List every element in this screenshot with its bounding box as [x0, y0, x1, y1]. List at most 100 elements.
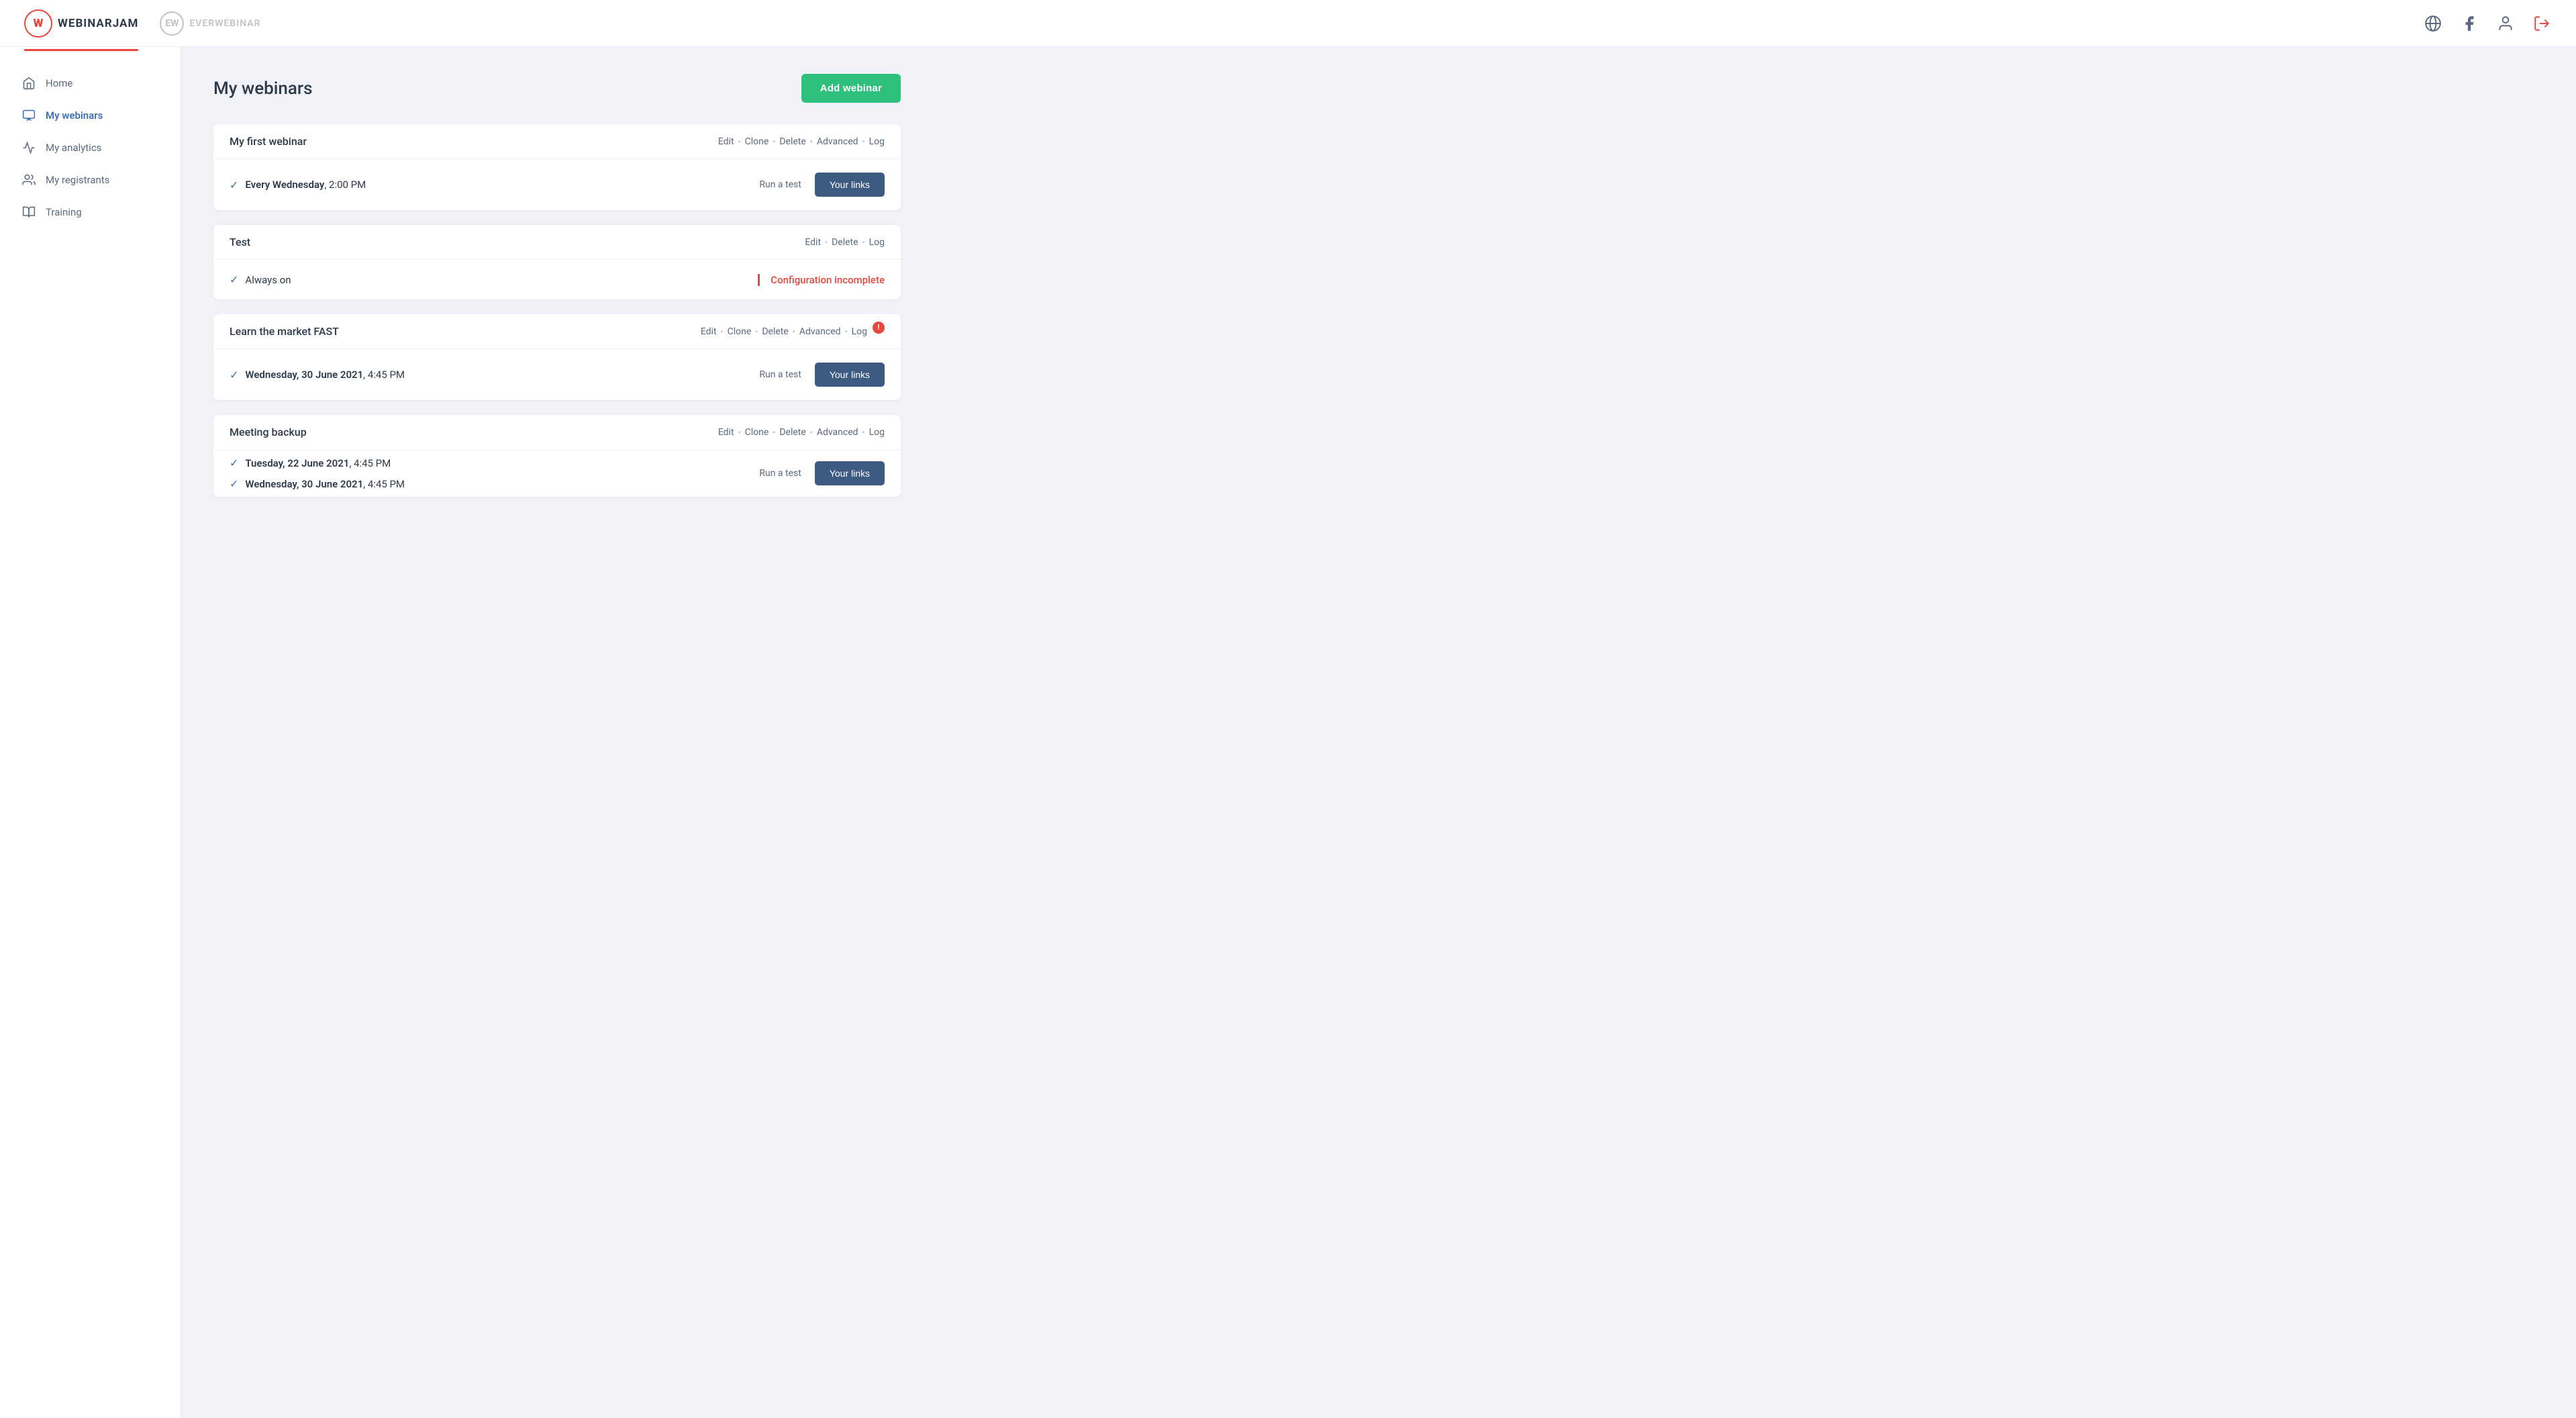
webinarjam-logo[interactable]: W WEBINARJAM: [24, 9, 138, 38]
ew-logo-circle: EW: [160, 11, 184, 36]
webinar-card-4: Meeting backup Edit • Clone • Delete • A…: [213, 415, 901, 497]
webinar-body-right-4: Run a test Your links: [759, 461, 885, 485]
edit-link-1[interactable]: Edit: [718, 136, 734, 147]
run-test-4[interactable]: Run a test: [759, 468, 801, 479]
webinar-header-4: Meeting backup Edit • Clone • Delete • A…: [213, 415, 901, 450]
webinar-actions-4: Edit • Clone • Delete • Advanced • Log: [718, 427, 885, 438]
wj-logo-circle: W: [24, 9, 52, 38]
sidebar-label-my-webinars: My webinars: [46, 109, 103, 122]
delete-link-4[interactable]: Delete: [779, 427, 805, 438]
webinar-title-2: Test: [230, 236, 250, 248]
webinar-card-3: Learn the market FAST Edit • Clone • Del…: [213, 314, 901, 400]
your-links-button-3[interactable]: Your links: [815, 363, 885, 387]
delete-link-1[interactable]: Delete: [779, 136, 805, 147]
sidebar-label-home: Home: [46, 77, 72, 89]
user-icon[interactable]: [2495, 13, 2516, 34]
everwebinar-logo[interactable]: EW EVERWEBINAR: [160, 11, 260, 36]
log-link-2[interactable]: Log: [869, 237, 885, 248]
schedule-text-4a: Tuesday, 22 June 2021, 4:45 PM: [245, 457, 391, 469]
add-webinar-button[interactable]: Add webinar: [801, 74, 901, 103]
run-test-3[interactable]: Run a test: [759, 369, 801, 380]
notification-badge-3: !: [873, 322, 885, 334]
webinar-card-1: My first webinar Edit • Clone • Delete •…: [213, 124, 901, 210]
advanced-link-1[interactable]: Advanced: [817, 136, 858, 147]
header-logos: W WEBINARJAM EW EVERWEBINAR: [24, 9, 261, 38]
edit-link-2[interactable]: Edit: [805, 237, 821, 248]
layout: Home My webinars My analytics: [0, 47, 2576, 1418]
webinar-body-right-1: Run a test Your links: [759, 173, 885, 197]
webinar-body-1: ✓ Every Wednesday, 2:00 PM Run a test Yo…: [213, 159, 901, 210]
check-icon-3: ✓: [230, 369, 238, 381]
schedule-text-1: Every Wednesday, 2:00 PM: [245, 179, 366, 191]
page-title-row: My webinars Add webinar: [213, 74, 901, 103]
config-incomplete-badge: Configuration incomplete: [758, 274, 885, 286]
sidebar-item-training[interactable]: Training: [0, 196, 181, 228]
your-links-button-4[interactable]: Your links: [815, 461, 885, 485]
webinar-schedule-4a: ✓ Tuesday, 22 June 2021, 4:45 PM: [230, 457, 405, 469]
webinar-title-1: My first webinar: [230, 135, 307, 148]
my-webinars-icon: [21, 108, 36, 123]
check-icon-2: ✓: [230, 273, 238, 286]
edit-link-3[interactable]: Edit: [701, 326, 717, 337]
webinar-body-3: ✓ Wednesday, 30 June 2021, 4:45 PM Run a…: [213, 349, 901, 400]
schedule-text-4b: Wednesday, 30 June 2021, 4:45 PM: [245, 478, 405, 490]
sidebar-item-my-analytics[interactable]: My analytics: [0, 132, 181, 164]
check-icon-4a: ✓: [230, 457, 238, 469]
webinar-header-1: My first webinar Edit • Clone • Delete •…: [213, 124, 901, 159]
analytics-icon: [21, 140, 36, 155]
schedule-text-3: Wednesday, 30 June 2021, 4:45 PM: [245, 369, 405, 381]
sidebar-label-my-registrants: My registrants: [46, 174, 109, 186]
webinar-body-right-3: Run a test Your links: [759, 363, 885, 387]
schedule-text-2: Always on: [245, 274, 291, 286]
wj-logo-text: WEBINARJAM: [58, 17, 138, 30]
training-icon: [21, 205, 36, 220]
check-icon-1: ✓: [230, 179, 238, 191]
facebook-icon[interactable]: [2459, 13, 2479, 34]
sidebar-item-my-registrants[interactable]: My registrants: [0, 164, 181, 196]
webinar-schedule-3: ✓ Wednesday, 30 June 2021, 4:45 PM: [230, 369, 405, 381]
clone-link-1[interactable]: Clone: [745, 136, 769, 147]
sidebar-item-my-webinars[interactable]: My webinars: [0, 99, 181, 132]
check-icon-4b: ✓: [230, 477, 238, 490]
main-content: My webinars Add webinar My first webinar…: [181, 47, 933, 1418]
webinar-actions-1: Edit • Clone • Delete • Advanced • Log: [718, 136, 885, 147]
delete-link-3[interactable]: Delete: [762, 326, 788, 337]
webinar-card-2: Test Edit • Delete • Log ✓ Always on Con…: [213, 225, 901, 299]
header: W WEBINARJAM EW EVERWEBINAR: [0, 0, 2576, 47]
log-link-4[interactable]: Log: [869, 427, 885, 438]
header-actions: [2423, 13, 2552, 34]
webinar-header-2: Test Edit • Delete • Log: [213, 225, 901, 260]
globe-icon[interactable]: [2423, 13, 2443, 34]
logout-icon[interactable]: [2532, 13, 2552, 34]
webinar-title-4: Meeting backup: [230, 426, 307, 438]
ew-logo-text: EVERWEBINAR: [189, 18, 260, 29]
webinar-header-3: Learn the market FAST Edit • Clone • Del…: [213, 314, 901, 349]
webinar-schedule-1: ✓ Every Wednesday, 2:00 PM: [230, 179, 366, 191]
advanced-link-3[interactable]: Advanced: [799, 326, 841, 337]
sidebar-item-home[interactable]: Home: [0, 67, 181, 99]
log-link-3[interactable]: Log: [852, 326, 867, 337]
webinar-title-3: Learn the market FAST: [230, 325, 339, 338]
registrants-icon: [21, 173, 36, 187]
webinar-body-2: ✓ Always on Configuration incomplete: [213, 260, 901, 299]
sidebar-label-my-analytics: My analytics: [46, 142, 101, 154]
page-title: My webinars: [213, 79, 312, 99]
config-incomplete-text: Configuration incomplete: [771, 274, 885, 286]
clone-link-4[interactable]: Clone: [745, 427, 769, 438]
advanced-link-4[interactable]: Advanced: [817, 427, 858, 438]
schedules-list-4: ✓ Tuesday, 22 June 2021, 4:45 PM ✓ Wedne…: [230, 457, 405, 490]
webinar-actions-3: Edit • Clone • Delete • Advanced • Log !: [701, 326, 885, 338]
webinar-schedule-2: ✓ Always on: [230, 273, 291, 286]
log-link-1[interactable]: Log: [869, 136, 885, 147]
sidebar: Home My webinars My analytics: [0, 47, 181, 1418]
clone-link-3[interactable]: Clone: [728, 326, 752, 337]
sidebar-label-training: Training: [46, 206, 82, 218]
webinar-schedule-4b: ✓ Wednesday, 30 June 2021, 4:45 PM: [230, 477, 405, 490]
your-links-button-1[interactable]: Your links: [815, 173, 885, 197]
delete-link-2[interactable]: Delete: [832, 237, 858, 248]
home-icon: [21, 76, 36, 91]
webinar-body-4: ✓ Tuesday, 22 June 2021, 4:45 PM ✓ Wedne…: [213, 450, 901, 497]
webinar-actions-2: Edit • Delete • Log: [805, 237, 885, 248]
run-test-1[interactable]: Run a test: [759, 179, 801, 190]
edit-link-4[interactable]: Edit: [718, 427, 734, 438]
